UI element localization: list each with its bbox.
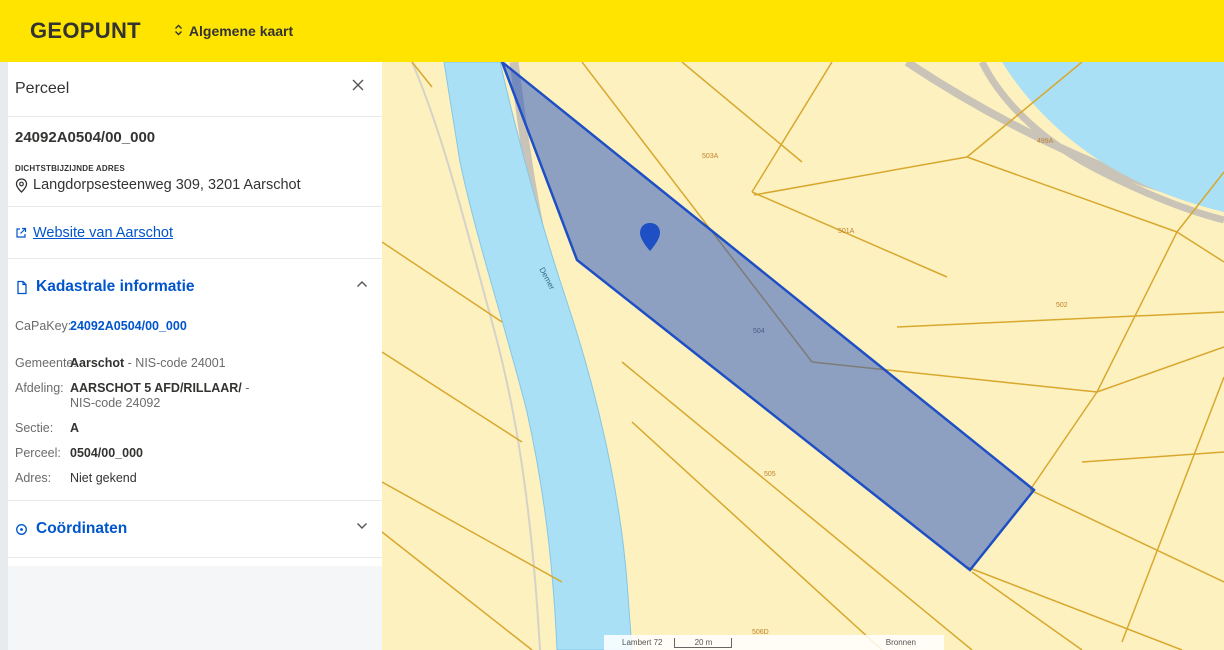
section-value: A bbox=[70, 421, 80, 435]
parcel-value: 0504/00_000 bbox=[70, 446, 143, 460]
nearest-address-label: DICHTSTBIJZIJNDE ADRES bbox=[15, 164, 125, 173]
chevron-down-icon bbox=[357, 523, 367, 529]
address-row: Adres: Niet gekend bbox=[15, 471, 375, 486]
coordinates-section: Coördinaten bbox=[8, 501, 382, 558]
scale-bar: Lambert 72 20 m Bronnen bbox=[604, 635, 944, 650]
website-link[interactable]: Website van Aarschot bbox=[33, 225, 173, 241]
address-label: Adres: bbox=[15, 471, 52, 485]
map-selector[interactable]: Algemene kaart bbox=[174, 23, 293, 39]
municipality-label: Gemeente: bbox=[15, 356, 77, 370]
section-row: Sectie: A bbox=[15, 421, 375, 436]
panel-title: Perceel bbox=[15, 80, 70, 97]
nearest-address-text: Langdorpsesteenweg 309, 3201 Aarschot bbox=[33, 177, 301, 193]
close-icon[interactable] bbox=[348, 75, 368, 95]
scale-distance: 20 m bbox=[674, 637, 733, 648]
parcel-label-505: 505 bbox=[764, 471, 776, 478]
sidebar-edge bbox=[0, 62, 8, 650]
municipality-name: Aarschot bbox=[70, 356, 125, 370]
parcel-panel: Perceel 24092A0504/00_000 DICHTSTBIJZIJN… bbox=[8, 62, 382, 650]
panel-header: Perceel bbox=[8, 62, 382, 117]
parcel-label-499a: 499A bbox=[1037, 138, 1054, 145]
division-label: Afdeling: bbox=[15, 381, 64, 395]
nearest-address: Langdorpsesteenweg 309, 3201 Aarschot bbox=[15, 177, 375, 193]
map-selector-label: Algemene kaart bbox=[188, 23, 294, 39]
capakey-row: CaPaKey: 24092A0504/00_000 bbox=[15, 319, 375, 334]
division-row: Afdeling: AARSCHOT 5 AFD/RILLAAR/ - NIS-c… bbox=[15, 381, 375, 411]
division-dash: - bbox=[241, 381, 250, 395]
parcel-row: Perceel: 0504/00_000 bbox=[15, 446, 375, 461]
parcel-id: 24092A0504/00_000 bbox=[15, 129, 156, 146]
projection-label: Lambert 72 bbox=[622, 638, 663, 647]
parcel-summary: 24092A0504/00_000 DICHTSTBIJZIJNDE ADRES… bbox=[8, 117, 382, 207]
parcel-label-503a: 503A bbox=[702, 153, 719, 160]
geopunt-logo[interactable]: GEOPUNT bbox=[30, 18, 141, 44]
cadastral-section: Kadastrale informatie CaPaKey: 24092A050… bbox=[8, 259, 382, 501]
parcel-label-504: 504 bbox=[753, 328, 765, 335]
panel-footer bbox=[8, 566, 382, 650]
document-icon bbox=[17, 280, 27, 294]
parcel-label-501a: 501A bbox=[838, 228, 855, 235]
parcel-label-502: 502 bbox=[1056, 302, 1068, 309]
division-name: AARSCHOT 5 AFD/RILLAAR/ bbox=[70, 381, 242, 395]
up-down-chevron-icon bbox=[174, 24, 183, 38]
division-nis: NIS-code 24092 bbox=[70, 396, 161, 410]
coordinates-title: Coördinaten bbox=[36, 520, 128, 537]
cadastral-accordion-header[interactable]: Kadastrale informatie bbox=[8, 259, 382, 315]
crosshair-icon bbox=[16, 523, 27, 535]
map-canvas[interactable]: 503A 499A 501A 502 504 505 506D Demer La… bbox=[382, 62, 1224, 650]
chevron-up-icon bbox=[357, 281, 367, 287]
parcel-label: Perceel: bbox=[15, 446, 61, 460]
capakey-link[interactable]: 24092A0504/00_000 bbox=[70, 319, 187, 334]
external-link-icon bbox=[16, 227, 27, 238]
capakey-label: CaPaKey: bbox=[15, 319, 72, 333]
coordinates-accordion-header[interactable]: Coördinaten bbox=[8, 501, 382, 557]
municipality-row: Gemeente: Aarschot - NIS-code 24001 bbox=[15, 356, 375, 371]
top-bar: GEOPUNT Algemene kaart bbox=[0, 0, 1224, 62]
cadastral-title: Kadastrale informatie bbox=[36, 278, 195, 295]
website-link-row: Website van Aarschot bbox=[8, 207, 382, 259]
section-label: Sectie: bbox=[15, 421, 54, 435]
municipality-nis: - NIS-code 24001 bbox=[124, 356, 226, 370]
location-pin-icon bbox=[15, 177, 28, 193]
sources-link[interactable]: Bronnen bbox=[886, 638, 916, 647]
address-value: Niet gekend bbox=[70, 471, 137, 485]
cadastral-details: CaPaKey: 24092A0504/00_000 Gemeente: Aar… bbox=[8, 315, 382, 500]
